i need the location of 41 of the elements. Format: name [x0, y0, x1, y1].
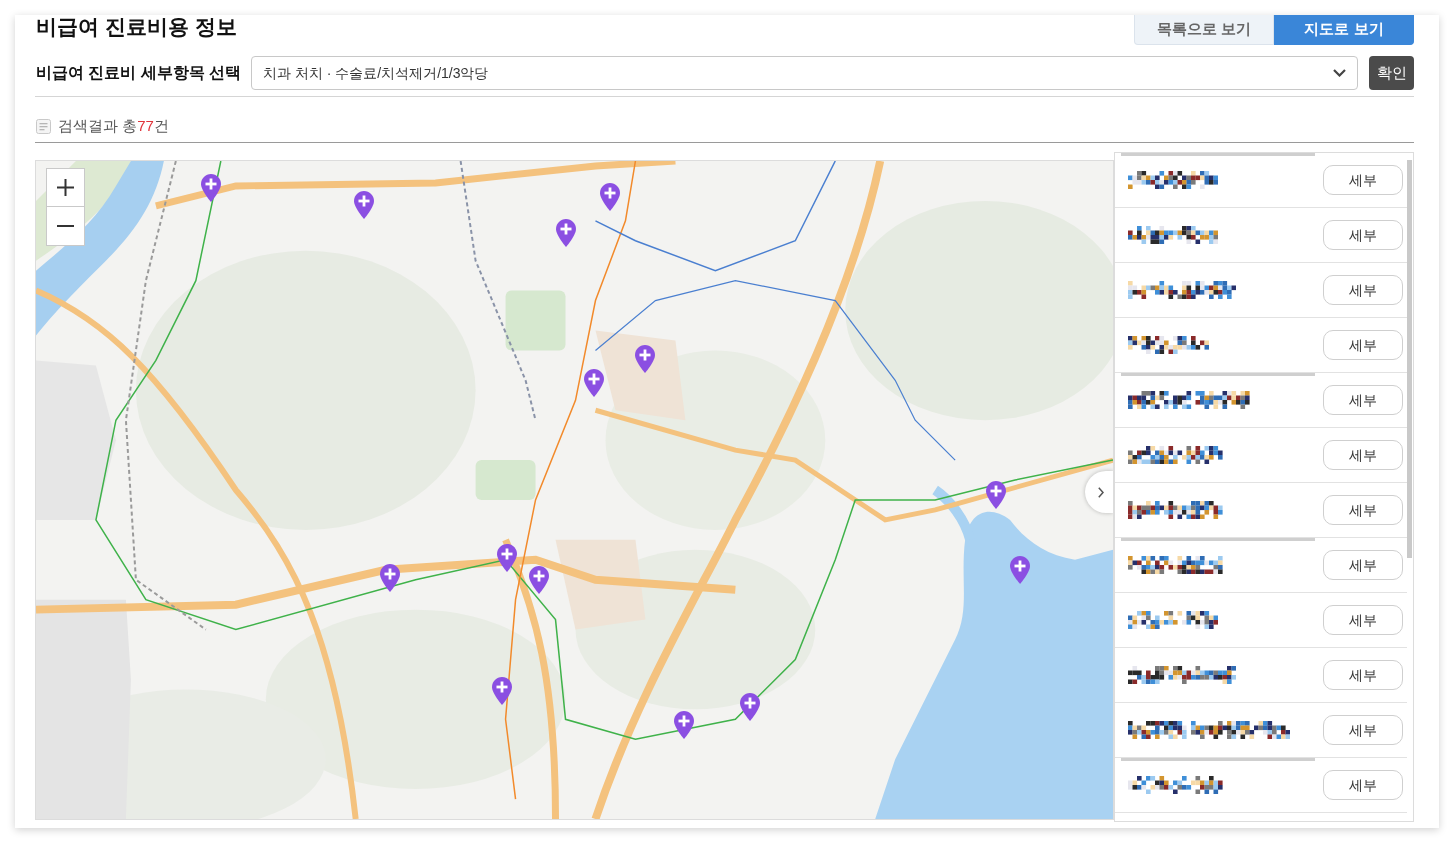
hospital-pin-icon[interactable] — [492, 677, 512, 705]
detail-button[interactable]: 세부 — [1323, 330, 1403, 360]
detail-button[interactable]: 세부 — [1323, 165, 1403, 195]
confirm-button[interactable]: 확인 — [1369, 56, 1414, 90]
chevron-right-icon — [1098, 486, 1104, 498]
hospital-pin-icon[interactable] — [380, 564, 400, 592]
hospital-pin-icon[interactable] — [584, 369, 604, 397]
zoom-out-button[interactable] — [46, 207, 85, 246]
zoom-in-button[interactable] — [46, 168, 85, 207]
hospital-pin-icon[interactable] — [740, 693, 760, 721]
detail-button[interactable]: 세부 — [1323, 275, 1403, 305]
hospital-pin-icon[interactable] — [201, 174, 221, 202]
plus-icon — [57, 179, 74, 196]
hospital-pin-icon[interactable] — [635, 345, 655, 373]
detail-button[interactable]: 세부 — [1323, 660, 1403, 690]
filter-label: 비급여 진료비 세부항목 선택 — [36, 63, 241, 84]
detail-button[interactable]: 세부 — [1323, 495, 1403, 525]
hospital-pin-icon[interactable] — [497, 544, 517, 572]
category-select[interactable]: 치과 처치 · 수술료/치석제거/1/3악당 — [250, 56, 1358, 90]
hospital-pin-icon[interactable] — [556, 219, 576, 247]
hospital-pin-icon[interactable] — [600, 183, 620, 211]
hospital-pin-icon[interactable] — [674, 711, 694, 739]
hospital-pin-icon[interactable] — [986, 481, 1006, 509]
detail-button[interactable]: 세부 — [1323, 440, 1403, 470]
document-icon — [36, 118, 51, 134]
detail-button[interactable]: 세부 — [1323, 715, 1403, 745]
detail-button[interactable]: 세부 — [1323, 605, 1403, 635]
hospital-pin-icon[interactable] — [1010, 556, 1030, 584]
chevron-down-icon — [1333, 69, 1346, 77]
hospital-pin-icon[interactable] — [354, 191, 374, 219]
page-title: 비급여 진료비용 정보 — [36, 14, 237, 40]
hospital-pin-icon[interactable] — [529, 566, 549, 594]
scrollbar[interactable] — [1407, 160, 1412, 558]
detail-button[interactable]: 세부 — [1323, 385, 1403, 415]
view-tab[interactable]: 목록으로 보기 — [1134, 15, 1274, 45]
minus-icon — [57, 225, 74, 227]
view-tab[interactable]: 지도로 보기 — [1274, 15, 1414, 45]
detail-button[interactable]: 세부 — [1323, 550, 1403, 580]
detail-button[interactable]: 세부 — [1323, 220, 1403, 250]
result-count-text: 검색결과 총77건 — [58, 115, 169, 136]
detail-button[interactable]: 세부 — [1323, 770, 1403, 800]
